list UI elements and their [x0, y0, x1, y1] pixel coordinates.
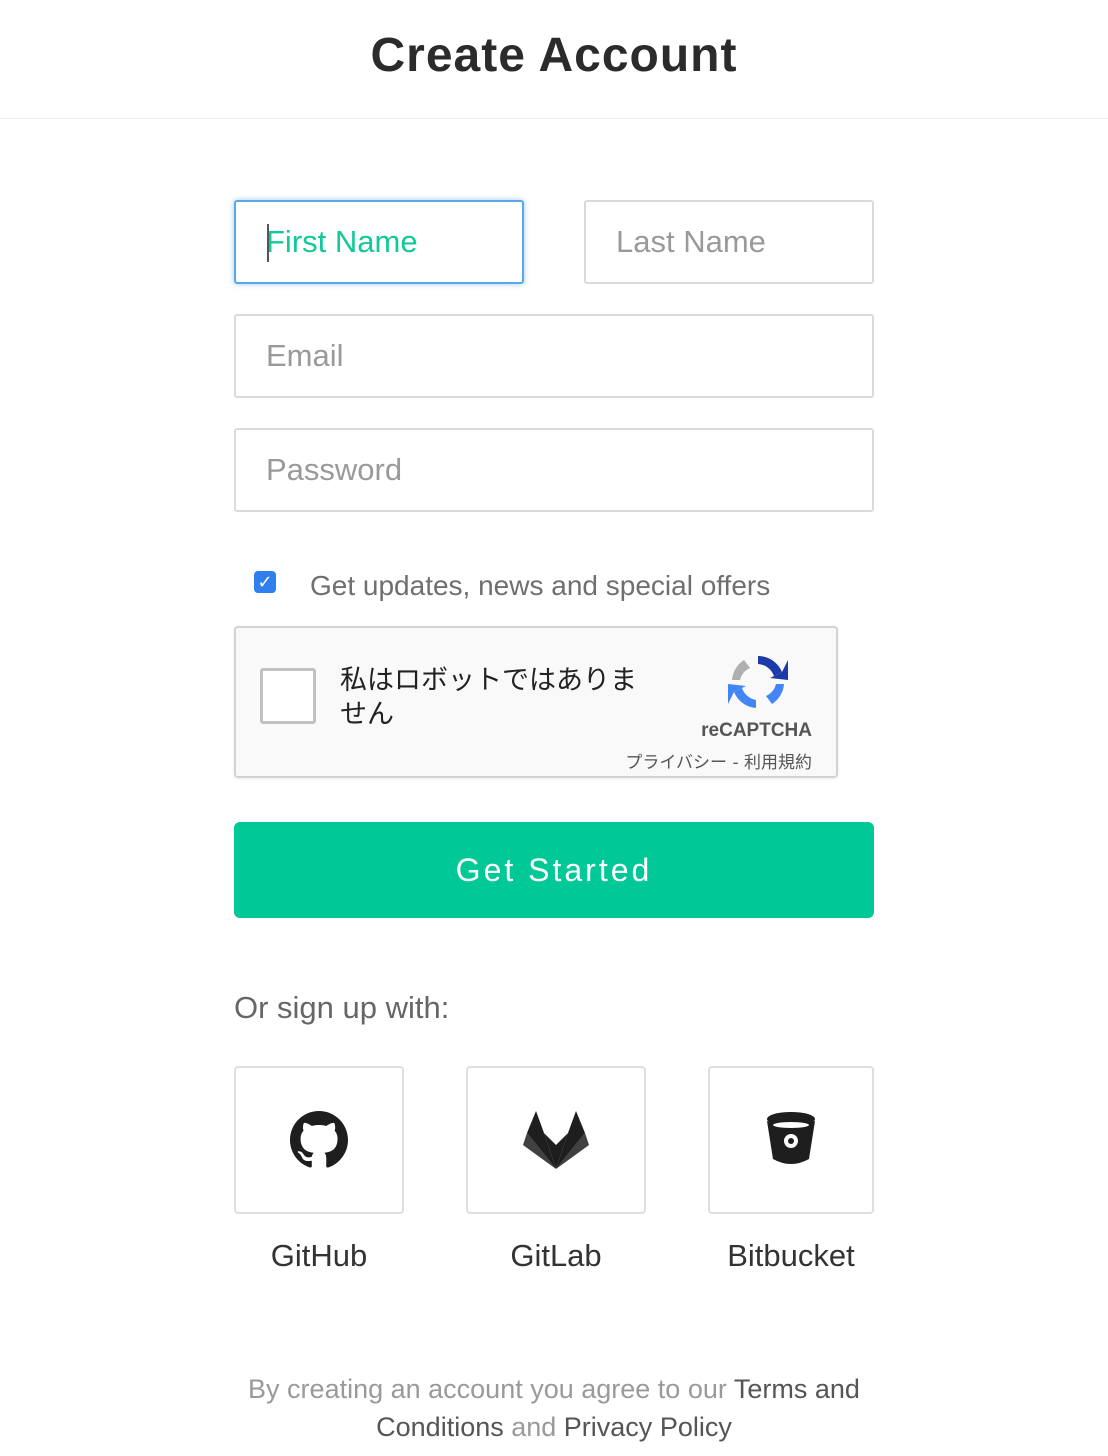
email-field[interactable] [234, 314, 874, 398]
password-input[interactable] [236, 430, 872, 510]
github-button[interactable] [234, 1066, 404, 1214]
last-name-input[interactable] [586, 202, 872, 282]
bitbucket-icon [767, 1112, 815, 1164]
page-title: Create Account [370, 28, 738, 82]
legal-notice: By creating an account you agree to our … [234, 1370, 874, 1446]
first-name-field[interactable] [234, 200, 524, 284]
get-started-button[interactable]: Get Started [234, 822, 874, 918]
recaptcha-brand: reCAPTCHA [701, 720, 812, 741]
gitlab-icon [523, 1111, 589, 1169]
gitlab-label: GitLab [510, 1238, 602, 1273]
newsletter-label: Get updates, news and special offers [310, 570, 771, 601]
gitlab-button[interactable] [466, 1066, 646, 1214]
github-label: GitHub [270, 1238, 368, 1273]
page-header: Create Account [0, 0, 1108, 119]
legal-prefix: By creating an account you agree to our [248, 1374, 734, 1404]
password-field[interactable] [234, 428, 874, 512]
checkmark-icon: ✓ [257, 572, 273, 592]
recaptcha-checkbox[interactable] [260, 668, 316, 724]
bitbucket-label: Bitbucket [727, 1238, 855, 1273]
github-icon [290, 1111, 348, 1168]
recaptcha-widget: 私はロボットではありません reCAPTCHA プライバシー - 利用規約 [234, 626, 838, 778]
privacy-link[interactable]: Privacy Policy [564, 1412, 732, 1442]
text-caret [267, 224, 269, 262]
bitbucket-button[interactable] [708, 1066, 874, 1214]
recaptcha-label: 私はロボットではありません [340, 665, 637, 730]
recaptcha-icon [728, 656, 788, 708]
newsletter-option: ✓ Get updates, news and special offers [254, 562, 770, 602]
newsletter-checkbox[interactable]: ✓ [254, 571, 276, 593]
email-input[interactable] [236, 316, 872, 396]
social-signup-label: Or sign up with: [234, 990, 450, 1025]
legal-conjunction: and [503, 1412, 564, 1442]
last-name-field[interactable] [584, 200, 874, 284]
first-name-input[interactable] [236, 202, 522, 282]
recaptcha-links[interactable]: プライバシー - 利用規約 [625, 748, 812, 773]
